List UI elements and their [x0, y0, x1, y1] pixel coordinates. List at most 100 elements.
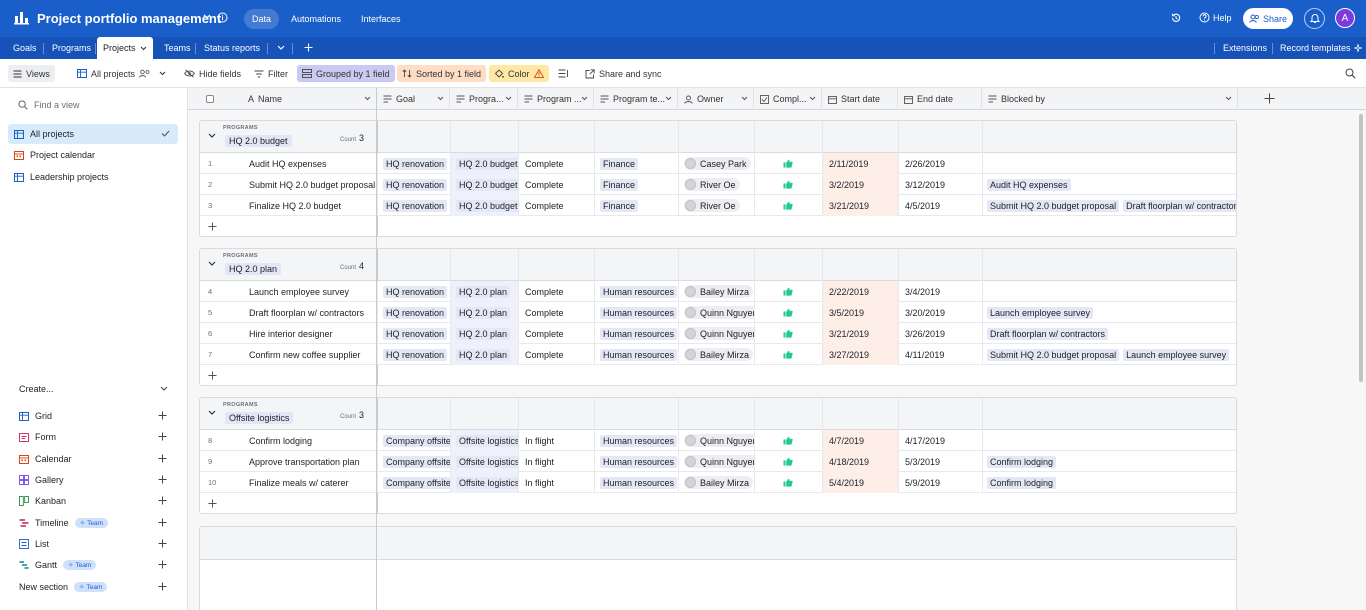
create-timeline-view[interactable]: Timeline ✧ Team: [19, 515, 169, 531]
cell-status[interactable]: Complete: [518, 174, 594, 195]
blocked-by-chip[interactable]: Launch employee survey: [987, 306, 1094, 319]
table-row[interactable]: 6 Hire interior designer HQ renovation HQ 2…: [200, 323, 1236, 344]
cell-status[interactable]: Complete: [518, 281, 594, 302]
cell-goal[interactable]: HQ renovation: [377, 174, 450, 195]
plus-icon[interactable]: [158, 560, 167, 569]
team-chip[interactable]: Human resources: [600, 285, 678, 298]
notifications-button[interactable]: [1304, 8, 1325, 29]
collapse-group-chevron-icon[interactable]: [208, 133, 216, 139]
cell-goal[interactable]: HQ renovation: [377, 323, 450, 344]
program-chip[interactable]: HQ 2.0 plan: [456, 327, 511, 340]
cell-end[interactable]: 3/20/2019: [898, 302, 982, 323]
goal-chip[interactable]: Company offsite: [383, 455, 450, 468]
cell-blocked[interactable]: [982, 430, 1236, 451]
collapse-group-chevron-icon[interactable]: [208, 261, 216, 267]
cell-goal[interactable]: Company offsite: [377, 451, 450, 472]
cell-status[interactable]: Complete: [518, 344, 594, 365]
plus-icon[interactable]: [158, 496, 167, 505]
tab-interfaces[interactable]: Interfaces: [353, 9, 409, 29]
add-record-row[interactable]: [200, 493, 1236, 513]
cell-blocked[interactable]: [982, 153, 1236, 174]
chevron-down-icon[interactable]: [809, 96, 816, 101]
cell-status[interactable]: In flight: [518, 472, 594, 493]
chevron-down-icon[interactable]: [741, 96, 748, 101]
cell-blocked[interactable]: [982, 281, 1236, 302]
cell-program[interactable]: Offsite logistics: [450, 451, 518, 472]
cell-start[interactable]: 3/21/2019: [822, 195, 898, 216]
chevron-down-icon[interactable]: [665, 96, 672, 101]
thumbs-up-icon[interactable]: [783, 350, 793, 359]
search-icon[interactable]: [1340, 65, 1361, 82]
add-table-plus-icon[interactable]: [298, 37, 319, 59]
program-chip[interactable]: Offsite logistics: [456, 455, 518, 468]
create-form-view[interactable]: Form: [19, 429, 169, 445]
hide-fields-button[interactable]: Hide fields: [179, 65, 246, 82]
cell-owner[interactable]: River Oe: [678, 174, 754, 195]
chevron-down-icon[interactable]: [140, 46, 147, 51]
column-header-start-date[interactable]: Start date: [822, 88, 898, 110]
goal-chip[interactable]: HQ renovation: [383, 178, 448, 191]
record-name[interactable]: Hire interior designer: [249, 323, 379, 344]
cell-program[interactable]: HQ 2.0 budget: [450, 195, 518, 216]
program-chip[interactable]: HQ 2.0 plan: [456, 348, 511, 361]
thumbs-up-icon[interactable]: [783, 308, 793, 317]
cell-complete[interactable]: [754, 302, 822, 323]
blocked-by-chip[interactable]: Launch employee survey: [1123, 348, 1230, 361]
history-icon[interactable]: [1170, 12, 1182, 24]
table-row[interactable]: 9 Approve transportation plan Company offs…: [200, 451, 1236, 472]
team-chip[interactable]: Human resources: [600, 434, 678, 447]
cell-goal[interactable]: Company offsite: [377, 430, 450, 451]
cell-end[interactable]: 4/11/2019: [898, 344, 982, 365]
column-header-end-date[interactable]: End date: [898, 88, 982, 110]
cell-program[interactable]: HQ 2.0 budget: [450, 153, 518, 174]
plus-icon[interactable]: [158, 454, 167, 463]
create-new-section[interactable]: New section ✧ Team: [19, 579, 169, 595]
team-chip[interactable]: Finance: [600, 199, 639, 212]
plus-icon[interactable]: [158, 475, 167, 484]
account-avatar[interactable]: A: [1335, 8, 1355, 28]
cell-complete[interactable]: [754, 472, 822, 493]
cell-start[interactable]: 5/4/2019: [822, 472, 898, 493]
help-button[interactable]: Help: [1199, 12, 1232, 23]
cell-program[interactable]: HQ 2.0 plan: [450, 281, 518, 302]
team-chip[interactable]: Finance: [600, 157, 639, 170]
cell-goal[interactable]: Company offsite: [377, 472, 450, 493]
thumbs-up-icon[interactable]: [783, 201, 793, 210]
chevron-down-icon[interactable]: [160, 386, 168, 392]
cell-blocked[interactable]: Confirm lodging: [982, 451, 1236, 472]
cell-program[interactable]: HQ 2.0 plan: [450, 302, 518, 323]
cell-complete[interactable]: [754, 430, 822, 451]
goal-chip[interactable]: Company offsite: [383, 434, 450, 447]
cell-complete[interactable]: [754, 451, 822, 472]
table-tab-goals[interactable]: Goals: [7, 37, 43, 59]
plus-icon[interactable]: [158, 411, 167, 420]
cell-owner[interactable]: Quinn Nguyer: [678, 430, 754, 451]
cell-status[interactable]: In flight: [518, 451, 594, 472]
program-chip[interactable]: HQ 2.0 plan: [456, 285, 511, 298]
cell-start[interactable]: 3/27/2019: [822, 344, 898, 365]
cell-owner[interactable]: Casey Park: [678, 153, 754, 174]
cell-blocked[interactable]: Audit HQ expenses: [982, 174, 1236, 195]
create-gallery-view[interactable]: Gallery: [19, 472, 169, 488]
blocked-by-chip[interactable]: Confirm lodging: [987, 476, 1057, 489]
goal-chip[interactable]: HQ renovation: [383, 327, 448, 340]
cell-status[interactable]: In flight: [518, 430, 594, 451]
add-record-row[interactable]: [200, 216, 1236, 236]
select-all-checkbox[interactable]: [206, 95, 214, 103]
filter-button[interactable]: Filter: [249, 65, 293, 82]
record-name[interactable]: Finalize meals w/ caterer: [249, 472, 379, 493]
cell-end[interactable]: 5/9/2019: [898, 472, 982, 493]
cell-complete[interactable]: [754, 153, 822, 174]
group-header[interactable]: PROGRAMS Offsite logistics Count 3: [200, 398, 1236, 430]
create-list-view[interactable]: List: [19, 536, 169, 552]
column-header-blocked-by[interactable]: Blocked by: [982, 88, 1238, 110]
cell-goal[interactable]: HQ renovation: [377, 344, 450, 365]
cell-owner[interactable]: Quinn Nguyer: [678, 302, 754, 323]
create-gantt-view[interactable]: Gantt ✧ Team: [19, 557, 169, 573]
cell-start[interactable]: 2/22/2019: [822, 281, 898, 302]
blocked-by-chip[interactable]: Confirm lodging: [987, 455, 1057, 468]
cell-goal[interactable]: HQ renovation: [377, 153, 450, 174]
cell-complete[interactable]: [754, 281, 822, 302]
cell-complete[interactable]: [754, 174, 822, 195]
cell-complete[interactable]: [754, 195, 822, 216]
